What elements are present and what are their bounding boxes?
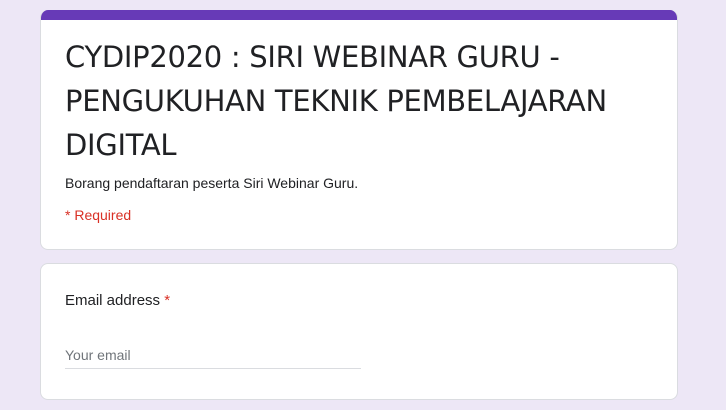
accent-bar (41, 10, 677, 20)
required-asterisk: * (164, 292, 171, 309)
required-note: * Required (65, 207, 132, 223)
question-label-text: Email address (65, 292, 161, 309)
email-input[interactable] (65, 342, 361, 369)
form-description: Borang pendaftaran peserta Siri Webinar … (65, 175, 359, 191)
form-title: CYDIP2020 : SIRI WEBINAR GURU - PENGUKUH… (65, 40, 607, 162)
question-label-email: Email address * (65, 292, 170, 309)
question-card-email: Email address * (40, 263, 678, 400)
form-header-card: CYDIP2020 : SIRI WEBINAR GURU - PENGUKUH… (40, 10, 678, 250)
